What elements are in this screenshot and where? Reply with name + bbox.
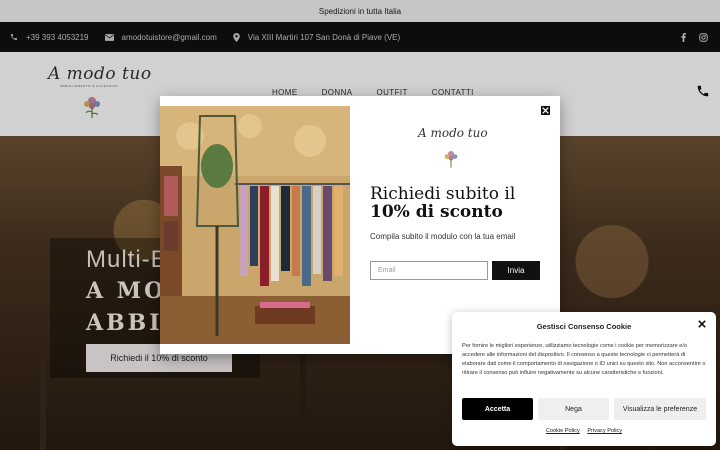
close-icon[interactable] (698, 320, 706, 328)
cookie-deny-button[interactable]: Nega (538, 398, 609, 420)
privacy-policy-link[interactable]: Privacy Policy (587, 428, 622, 434)
flower-logo-icon (444, 151, 458, 168)
page: Spedizioni in tutta Italia +39 393 40532… (0, 0, 720, 450)
popup-email-input[interactable]: Email (370, 261, 488, 280)
store-photo (160, 106, 350, 344)
popup-logo: A modo tuo (418, 126, 488, 140)
store-interior-image (160, 106, 350, 344)
cookie-preferences-button[interactable]: Visualizza le preferenze (614, 398, 706, 420)
popup-heading-line1: Richiedi subito il (370, 184, 516, 204)
cookie-accept-button[interactable]: Accetta (462, 398, 533, 420)
close-icon (542, 107, 549, 114)
popup-submit-button[interactable]: Invia (492, 261, 540, 280)
popup-close-button[interactable] (541, 106, 550, 115)
cookie-consent-banner: Gestisci Consenso Cookie Per fornire le … (452, 312, 716, 446)
cookie-description: Per fornire le migliori esperienze, util… (462, 343, 706, 376)
cookie-policy-link[interactable]: Cookie Policy (546, 428, 580, 434)
cookie-links: Cookie Policy Privacy Policy (452, 428, 716, 434)
popup-subtext: Compila subito il modulo con la tua emai… (370, 232, 516, 241)
cookie-title: Gestisci Consenso Cookie (536, 322, 632, 331)
popup-heading-line2: 10% di sconto (370, 202, 503, 222)
